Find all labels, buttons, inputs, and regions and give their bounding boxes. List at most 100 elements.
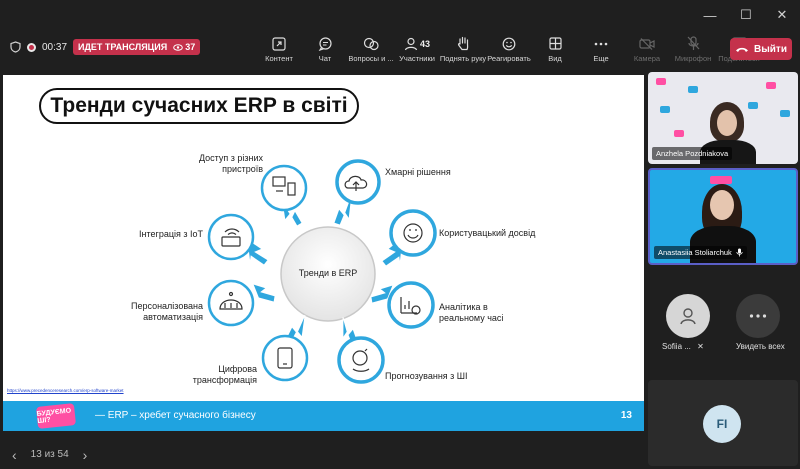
backdrop-logo bbox=[674, 130, 684, 137]
backdrop-logo bbox=[656, 78, 666, 85]
more-avatar bbox=[736, 294, 780, 338]
qna-button[interactable]: Вопросы и ... bbox=[348, 30, 394, 68]
mic-icon bbox=[736, 248, 743, 257]
label-iot: Інтеграція з IoT bbox=[139, 229, 203, 239]
mic-off-icon bbox=[687, 36, 699, 50]
raise-hand-button[interactable]: Поднять руку bbox=[440, 30, 486, 68]
view-button[interactable]: Вид bbox=[532, 30, 578, 68]
devices-node bbox=[260, 164, 308, 212]
participants-count: 43 bbox=[419, 38, 430, 49]
initials-avatar: FI bbox=[703, 405, 741, 443]
meeting-timer: 00:37 bbox=[42, 41, 68, 53]
backdrop-logo bbox=[660, 106, 670, 113]
microphone-label: Микрофон bbox=[674, 53, 712, 63]
analytics-node bbox=[387, 281, 435, 329]
footer-logo: БУДУЄМО ШІ? bbox=[35, 403, 77, 429]
label-devices: Доступ з різних пристроїв bbox=[198, 153, 263, 174]
next-slide-button[interactable]: › bbox=[83, 447, 88, 463]
see-all-label: Увидеть всех bbox=[736, 342, 785, 351]
viewers-number: 37 bbox=[185, 42, 196, 52]
participants-label: Участники bbox=[399, 53, 435, 63]
shared-content-stage: Тренди сучасних ERP в світі Тренди в ERP… bbox=[0, 70, 645, 440]
microphone-button[interactable]: Микрофон bbox=[670, 30, 716, 68]
participant-face bbox=[710, 190, 734, 220]
leave-label: Выйти bbox=[754, 43, 787, 55]
participants-button[interactable]: 43 Участники bbox=[394, 30, 440, 68]
title-bar: — ☐ ✕ bbox=[0, 0, 800, 30]
toolbar-buttons: Контент Чат Вопросы и ... 43 Участники П… bbox=[256, 30, 762, 68]
close-window-button[interactable]: ✕ bbox=[764, 0, 800, 30]
qna-icon bbox=[363, 37, 379, 50]
more-icon bbox=[749, 314, 767, 318]
see-all-tile[interactable]: Увидеть всех bbox=[722, 290, 794, 358]
slide-pager: ‹ 13 из 54 › bbox=[0, 440, 645, 469]
participant-face bbox=[717, 110, 737, 136]
participant-name-tag: Anastasiia Stoliarchuk bbox=[654, 246, 747, 259]
label-cloud: Хмарні рішення bbox=[385, 167, 451, 177]
meeting-toolbar: 00:37 ИДЕТ ТРАНСЛЯЦИЯ 37 Контент Чат Воп… bbox=[0, 30, 800, 68]
smile-icon bbox=[502, 37, 516, 50]
backdrop-logo bbox=[748, 102, 758, 109]
leave-button[interactable]: Выйти bbox=[730, 38, 792, 60]
label-ux: Користувацький досвід bbox=[439, 228, 536, 238]
people-icon bbox=[404, 37, 418, 50]
footer-text: — ERP – хребет сучасного бізнесу bbox=[95, 410, 256, 421]
minimize-button[interactable]: — bbox=[692, 0, 728, 30]
label-automation: Персоналізована автоматизація bbox=[130, 301, 203, 322]
chat-button[interactable]: Чат bbox=[302, 30, 348, 68]
camera-off-icon bbox=[639, 37, 655, 50]
backdrop-logo bbox=[688, 86, 698, 93]
content-button[interactable]: Контент bbox=[256, 30, 302, 68]
backdrop-logo bbox=[710, 176, 732, 184]
react-button[interactable]: Реагировать bbox=[486, 30, 532, 68]
qna-label: Вопросы и ... bbox=[348, 53, 394, 63]
recording-icon bbox=[27, 42, 36, 52]
camera-button[interactable]: Камера bbox=[624, 30, 670, 68]
label-digital: Цифрова трансформація bbox=[192, 364, 257, 385]
chat-icon bbox=[318, 36, 332, 51]
digital-node bbox=[261, 334, 309, 382]
participant-tile-sofiia[interactable]: Sofiia ... ✕ bbox=[652, 290, 724, 358]
center-label: Тренди в ERP bbox=[298, 268, 358, 278]
avatar bbox=[666, 294, 710, 338]
source-link[interactable]: https://www.precedenceresearch.com/erp-s… bbox=[7, 388, 124, 393]
shield-icon bbox=[10, 41, 21, 53]
participant-tile-fi[interactable]: FI bbox=[648, 380, 798, 466]
backdrop-logo bbox=[766, 82, 776, 89]
mic-off-small-icon: ✕ bbox=[697, 342, 704, 351]
hang-up-icon bbox=[736, 47, 749, 52]
chat-label: Чат bbox=[318, 53, 332, 63]
slide-page-number: 13 bbox=[620, 410, 632, 421]
more-label: Еще bbox=[593, 53, 609, 63]
camera-label: Камера bbox=[633, 53, 661, 63]
video-tile-anzhela[interactable]: Anzhela Pozdniakova bbox=[648, 72, 798, 164]
hand-icon bbox=[457, 36, 468, 51]
content-label: Контент bbox=[265, 53, 293, 63]
label-ai: Прогнозування з ШІ bbox=[385, 371, 468, 381]
video-tile-anastasiia[interactable]: Anastasiia Stoliarchuk bbox=[648, 168, 798, 265]
person-icon bbox=[680, 308, 696, 325]
meeting-status: 00:37 ИДЕТ ТРАНСЛЯЦИЯ 37 bbox=[10, 39, 201, 55]
participant-name: Anastasiia Stoliarchuk bbox=[658, 248, 732, 257]
viewers-count: 37 bbox=[173, 42, 195, 52]
eye-icon bbox=[173, 43, 184, 51]
more-button[interactable]: Еще bbox=[578, 30, 624, 68]
share-icon bbox=[272, 36, 286, 51]
cloud-node bbox=[335, 159, 381, 205]
view-label: Вид bbox=[548, 53, 562, 63]
slide-position: 13 из 54 bbox=[30, 449, 69, 460]
raise-hand-label: Поднять руку bbox=[439, 53, 487, 63]
backdrop-logo bbox=[780, 110, 790, 117]
react-label: Реагировать bbox=[487, 53, 531, 63]
arrow-automation bbox=[252, 283, 276, 305]
presentation-slide: Тренди сучасних ERP в світі Тренди в ERP… bbox=[3, 75, 644, 431]
maximize-button[interactable]: ☐ bbox=[728, 0, 764, 30]
prev-slide-button[interactable]: ‹ bbox=[12, 447, 17, 463]
live-badge: ИДЕТ ТРАНСЛЯЦИЯ 37 bbox=[73, 39, 201, 55]
participant-name-text: Sofiia ... bbox=[662, 342, 691, 351]
ai-node bbox=[337, 336, 385, 384]
participant-name: Anzhela Pozdniakova bbox=[656, 149, 729, 158]
participant-name-tag: Anzhela Pozdniakova bbox=[652, 147, 733, 160]
grid-icon bbox=[548, 37, 562, 50]
more-icon bbox=[594, 42, 608, 45]
